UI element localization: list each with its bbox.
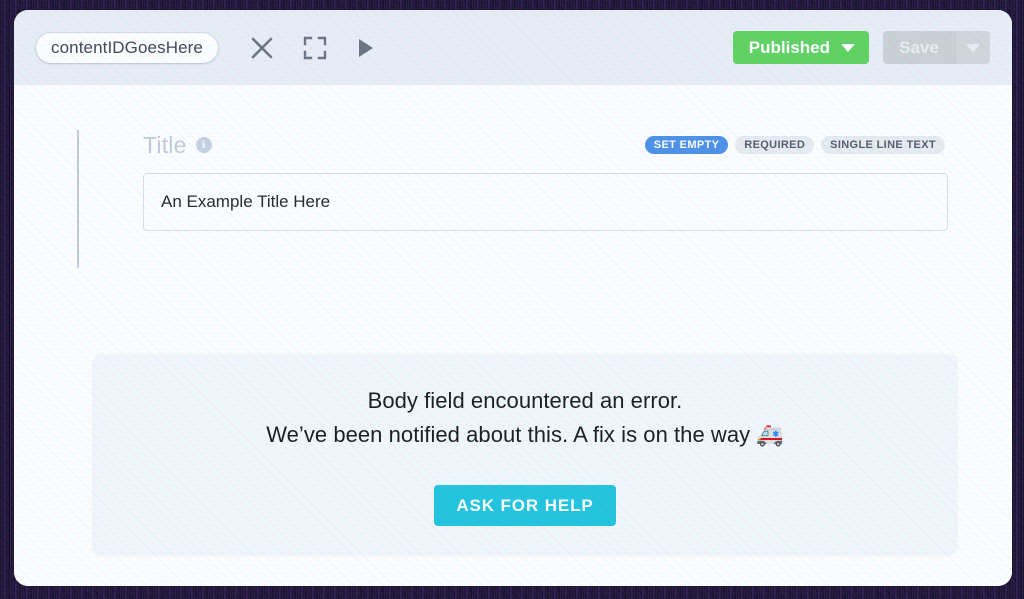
chevron-down-icon: [841, 43, 855, 52]
ask-for-help-button[interactable]: ASK FOR HELP: [434, 485, 616, 527]
fullscreen-icon[interactable]: [298, 31, 332, 65]
play-icon[interactable]: [349, 31, 383, 65]
info-icon[interactable]: i: [195, 137, 212, 153]
toolbar-left-group: contentIDGoesHere: [36, 31, 733, 65]
chevron-down-icon: [966, 43, 980, 52]
desktop-background: contentIDGoesHere Published Save Title i…: [0, 0, 1024, 599]
title-field-header: Title i SET EMPTY REQUIRED SINGLE LINE T…: [93, 130, 945, 160]
content-id-pill[interactable]: contentIDGoesHere: [36, 32, 218, 63]
toolbar-right-group: Published Save: [732, 31, 990, 64]
close-icon[interactable]: [245, 31, 279, 65]
error-message-line-1: Body field encountered an error.: [367, 387, 683, 413]
error-message-line-2: We’ve been notified about this. A fix is…: [266, 422, 784, 447]
body-field-error-panel: Body field encountered an error. We’ve b…: [92, 354, 958, 556]
save-split-button[interactable]: Save: [883, 31, 990, 64]
save-dropdown-button[interactable]: [955, 31, 990, 64]
app-window: contentIDGoesHere Published Save Title i…: [14, 10, 1012, 586]
title-field-label: Title: [143, 131, 187, 158]
title-field-badges: SET EMPTY REQUIRED SINGLE LINE TEXT: [644, 136, 945, 154]
title-field-block: Title i SET EMPTY REQUIRED SINGLE LINE T…: [77, 130, 948, 268]
published-label: Published: [748, 37, 830, 57]
editor-body: Title i SET EMPTY REQUIRED SINGLE LINE T…: [14, 85, 1012, 586]
top-toolbar: contentIDGoesHere Published Save: [14, 10, 1012, 85]
published-status-button[interactable]: Published: [732, 31, 869, 64]
status-badge-required: REQUIRED: [735, 136, 815, 154]
title-input[interactable]: [143, 173, 948, 231]
save-button[interactable]: Save: [883, 31, 955, 64]
status-badge-set-empty[interactable]: SET EMPTY: [644, 136, 729, 154]
status-badge-field-type: SINGLE LINE TEXT: [821, 136, 945, 154]
